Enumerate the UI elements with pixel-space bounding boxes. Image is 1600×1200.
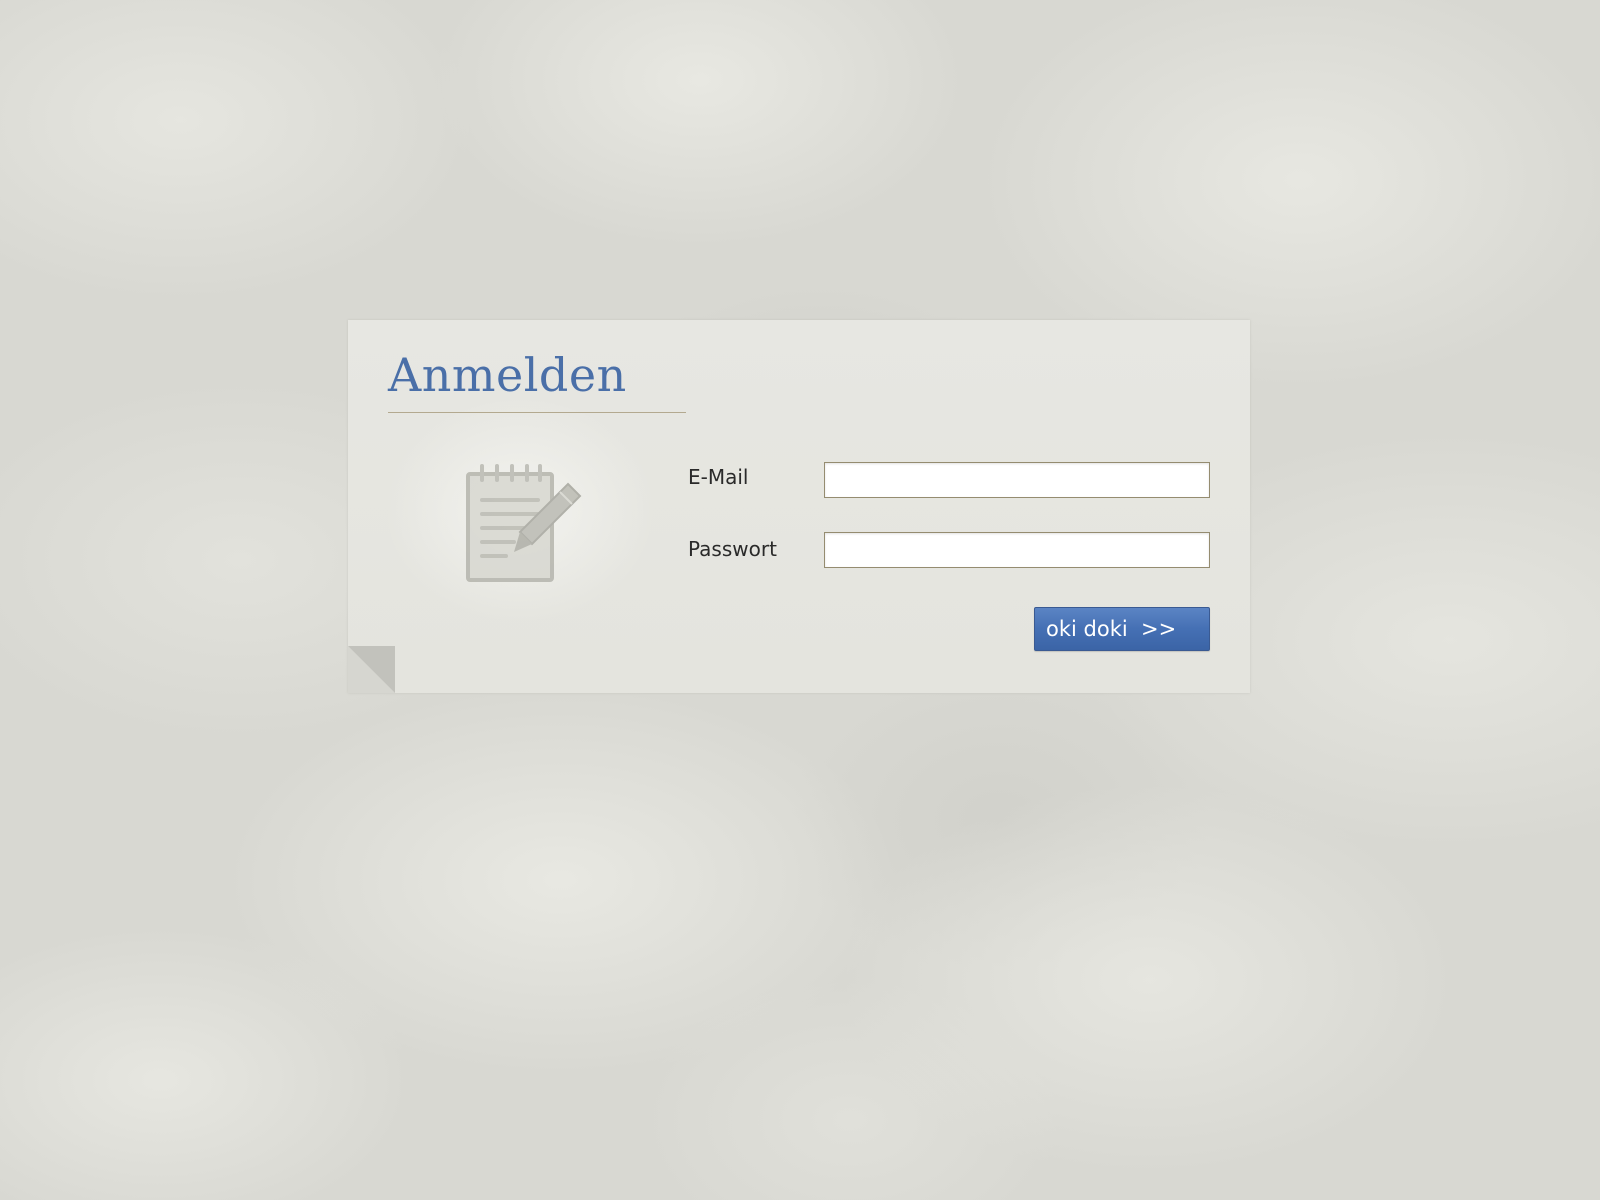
- email-label: E-Mail: [688, 465, 749, 489]
- page-title: Anmelden: [388, 348, 627, 402]
- submit-button-label: oki doki >>: [1046, 617, 1177, 641]
- notepad-pencil-icon: [460, 460, 584, 584]
- title-underline: [388, 412, 686, 413]
- password-field[interactable]: [824, 532, 1210, 568]
- submit-button[interactable]: oki doki >>: [1034, 607, 1210, 651]
- password-label: Passwort: [688, 537, 777, 561]
- email-field[interactable]: [824, 462, 1210, 498]
- page-curl-icon: [348, 646, 395, 693]
- login-card: Anmelden E-Mail Passwort oki doki >>: [348, 320, 1250, 693]
